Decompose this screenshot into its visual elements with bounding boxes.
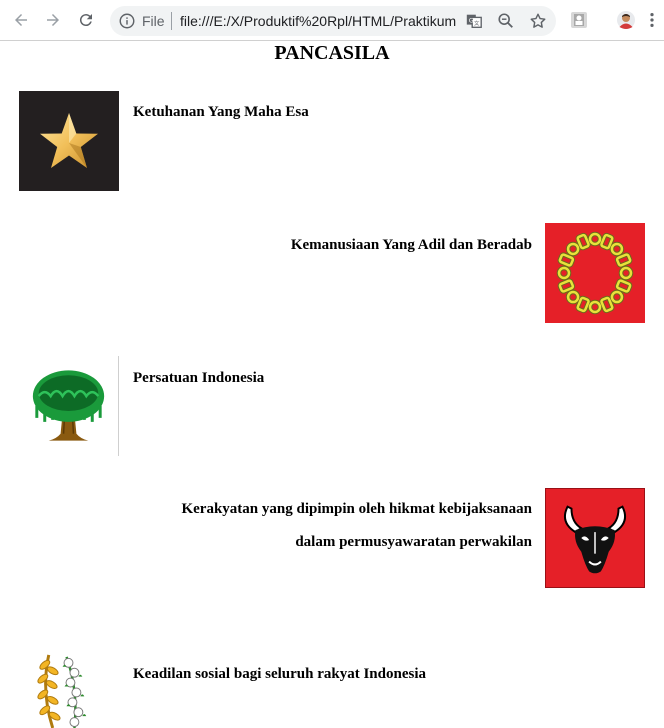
svg-text:G: G [469,17,474,24]
menu-button[interactable] [642,6,662,34]
bookmark-star-button[interactable] [528,11,548,31]
magnifier-minus-icon [498,13,513,28]
kebab-menu-icon [650,12,654,28]
reload-icon [79,14,92,27]
arrow-right-icon [47,14,59,26]
sila-4-text: Kerakyatan yang dipimpin oleh hikmat keb… [181,493,532,559]
browser-toolbar: File file:///E:/X/Produktif%20Rpl/HTML/P… [0,0,664,41]
address-divider [171,12,172,30]
address-bar[interactable]: File file:///E:/X/Produktif%20Rpl/HTML/P… [110,6,556,36]
page-title: PANCASILA [274,42,390,64]
star-outline-icon [530,13,546,28]
info-icon[interactable] [118,12,136,30]
translate-button[interactable]: G 文 [464,11,484,31]
svg-text:文: 文 [474,19,480,27]
scheme-label: File [142,13,165,29]
translate-icon: G 文 [466,14,482,28]
sila-4-line-1: Kerakyatan yang dipimpin oleh hikmat keb… [181,501,532,517]
sila-2-text: Kemanusiaan Yang Adil dan Beradab [290,237,532,253]
zoom-button[interactable] [496,11,516,31]
reload-button[interactable] [72,6,100,34]
chain-icon [545,223,645,323]
gold-star-icon [19,91,119,191]
back-button[interactable] [7,6,35,34]
banyan-tree-icon [19,356,119,456]
url-text[interactable]: file:///E:/X/Produktif%20Rpl/HTML/Prakti… [180,12,458,30]
extension-icon[interactable] [570,11,588,29]
sila-3-text: Persatuan Indonesia [133,370,265,386]
arrow-left-icon [15,14,27,26]
sila-1-text: Ketuhanan Yang Maha Esa [133,104,309,120]
rice-cotton-icon [19,651,118,728]
forward-button[interactable] [39,6,67,34]
bull-head-icon [545,488,645,588]
sila-4-line-2: dalam permusyawaratan perwakilan [295,534,532,550]
profile-avatar-icon[interactable] [617,11,635,29]
sila-5-text: Keadilan sosial bagi seluruh rakyat Indo… [133,666,426,682]
